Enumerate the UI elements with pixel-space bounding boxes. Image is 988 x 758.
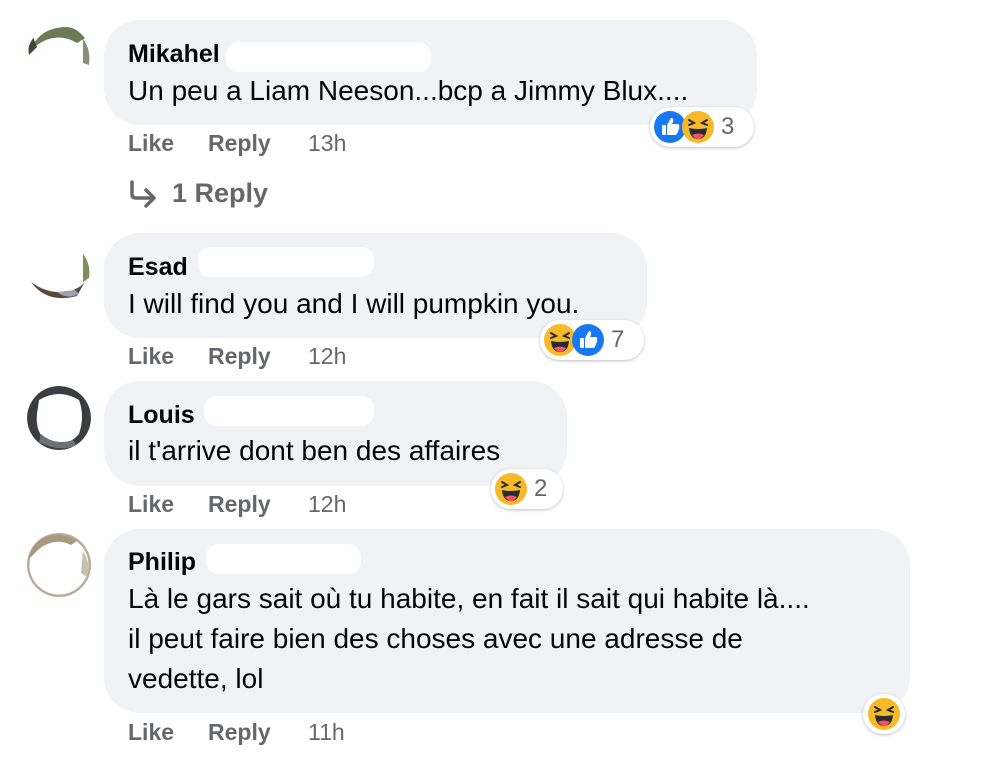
haha-icon [867,697,901,731]
like-icon [571,323,605,357]
like-button[interactable]: Like [128,130,174,157]
like-button[interactable]: Like [128,719,174,746]
redacted-name [198,247,374,277]
view-replies-label: 1 Reply [172,178,269,208]
redacted-name [206,544,361,574]
redacted-name [226,42,431,72]
timestamp[interactable]: 12h [308,491,346,518]
timestamp[interactable]: 11h [308,719,345,746]
comment-author[interactable]: Esad [128,253,188,282]
avatar[interactable] [27,25,91,89]
haha-icon [681,110,715,144]
like-button[interactable]: Like [128,491,174,518]
reaction-summary[interactable]: 2 [491,469,563,509]
reaction-count: 7 [611,326,625,353]
avatar[interactable] [27,238,91,302]
reply-button[interactable]: Reply [208,491,271,518]
comment-text: Un peu a Liam Neeson...bcp a Jimmy Blux.… [128,75,689,106]
reply-button[interactable]: Reply [208,130,271,157]
reply-button[interactable]: Reply [208,343,271,370]
timestamp[interactable]: 13h [308,130,346,157]
reply-arrow-icon [128,180,158,215]
timestamp[interactable]: 12h [308,343,346,370]
comment-text: il t'arrive dont ben des affaires [128,435,501,466]
comment-thread: Mikahel Un peu a Liam Neeson...bcp a Jim… [0,0,988,758]
comment-text-line: Là le gars sait où tu habite, en fait il… [128,583,810,614]
comment-author[interactable]: Mikahel [128,40,220,69]
comment-bubble: Louis il t'arrive dont ben des affaires [104,381,567,486]
reaction-summary[interactable]: 3 [650,107,754,147]
comment-author[interactable]: Louis [128,401,195,430]
reaction-summary[interactable] [863,694,905,734]
comment-text-line: vedette, lol [128,663,264,694]
comment-bubble: Philip Là le gars sait où tu habite, en … [104,529,910,713]
reply-button[interactable]: Reply [208,719,271,746]
comment-text: I will find you and I will pumpkin you. [128,288,580,319]
reaction-count: 2 [534,475,548,502]
comment-text-line: il peut faire bien des choses avec une a… [128,623,743,654]
avatar[interactable] [27,533,91,597]
haha-icon [494,472,528,506]
like-button[interactable]: Like [128,343,174,370]
redacted-name [204,396,374,426]
reaction-count: 3 [721,113,735,140]
comment-author[interactable]: Philip [128,548,196,577]
reaction-summary[interactable]: 7 [540,320,644,360]
avatar[interactable] [27,386,91,450]
